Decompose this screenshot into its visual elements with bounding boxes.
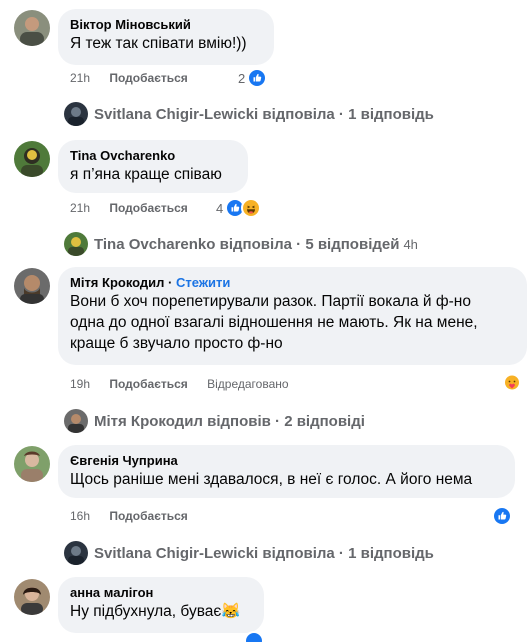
reactions[interactable] (244, 630, 264, 642)
comment-text-line: Вони б хоч порепетирували разок. Партії … (70, 293, 471, 310)
comment-author: Мітя Крокодил · Стежити (70, 275, 231, 290)
reaction-count: 4 (216, 200, 224, 216)
comment-text: Щось раніше мені здавалося, в неї є голо… (70, 471, 473, 488)
reactions[interactable]: 2 (238, 67, 268, 89)
view-replies-link[interactable]: Мітя Крокодил відповів · 2 відповіді (64, 408, 365, 434)
avatar (64, 409, 88, 433)
care-icon (502, 373, 522, 393)
comment-time[interactable]: 21h (70, 200, 90, 216)
avatar (64, 541, 88, 565)
like-button[interactable]: Подобається (109, 70, 187, 86)
comment-time[interactable]: 16h (70, 508, 90, 524)
avatar[interactable] (14, 10, 50, 46)
reactions[interactable] (502, 372, 522, 394)
comment-bubble: Мітя Крокодил · Стежити Вони б хоч пореп… (58, 267, 527, 365)
comment-bubble: Євгенія Чуприна Щось раніше мені здавало… (58, 445, 515, 498)
like-button[interactable]: Подобається (109, 200, 187, 216)
reaction-count: 2 (238, 70, 246, 86)
cat-tears-emoji: 😹 (221, 603, 241, 620)
reactions[interactable] (492, 505, 512, 527)
reply-text[interactable]: Svitlana Chigir-Lewicki відповіла · 1 ві… (94, 545, 434, 562)
reactions[interactable]: 4 (216, 197, 262, 219)
comment-time[interactable]: 19h (70, 376, 90, 392)
comment-text-line: краще б звучало просто ф-но (70, 335, 283, 352)
comment-author[interactable]: анна малігон (70, 585, 252, 601)
like-icon (247, 68, 268, 88)
avatar (64, 102, 88, 126)
comment-time[interactable]: 21h (70, 70, 90, 86)
view-replies-link[interactable]: Tina Ovcharenko відповіла · 5 відповідей… (64, 231, 418, 257)
view-replies-link[interactable]: Svitlana Chigir-Lewicki відповіла · 1 ві… (64, 101, 434, 127)
comment-meta: 21h Подобається (70, 200, 204, 216)
comment-text-line: одна до одної взагалі відношення не мают… (70, 314, 478, 331)
comment-author[interactable]: Віктор Міновський (70, 17, 262, 33)
comment-author-name[interactable]: Мітя Крокодил (70, 275, 164, 290)
comment-bubble: Віктор Міновський Я теж так співати вмію… (58, 9, 274, 65)
like-icon (244, 631, 264, 642)
comment-meta: 19h Подобається Відредаговано (70, 376, 289, 392)
comment-bubble: Tina Ovcharenko я п’яна краще співаю (58, 140, 248, 193)
comment-meta: 21h Подобається (70, 70, 204, 86)
reply-time: 4h (403, 236, 418, 252)
comment-text: Ну підбухнула, буває😹 (70, 601, 252, 622)
view-replies-link[interactable]: Svitlana Chigir-Lewicki відповіла · 1 ві… (64, 540, 434, 566)
like-button[interactable]: Подобається (109, 376, 187, 392)
like-button[interactable]: Подобається (109, 508, 187, 524)
avatar[interactable] (14, 141, 50, 177)
comment-text: я п’яна краще співаю (70, 166, 222, 183)
haha-icon (241, 198, 262, 218)
like-icon (492, 506, 512, 526)
comment-author[interactable]: Tina Ovcharenko (70, 148, 236, 164)
edited-label[interactable]: Відредаговано (207, 376, 288, 392)
comment-meta: 16h Подобається (70, 508, 204, 524)
comment-text-body: Ну підбухнула, буває (70, 603, 222, 620)
reply-text[interactable]: Мітя Крокодил відповів · 2 відповіді (94, 413, 365, 430)
follow-button[interactable]: Стежити (176, 275, 230, 290)
comment-text: Я теж так співати вмію!)) (70, 35, 247, 52)
avatar[interactable] (14, 579, 50, 615)
comment-bubble: анна малігон Ну підбухнула, буває😹 (58, 577, 264, 633)
avatar[interactable] (14, 268, 50, 304)
reply-text[interactable]: Svitlana Chigir-Lewicki відповіла · 1 ві… (94, 106, 434, 123)
reply-text[interactable]: Tina Ovcharenko відповіла · 5 відповідей (94, 236, 399, 253)
avatar[interactable] (14, 446, 50, 482)
avatar (64, 232, 88, 256)
comment-author[interactable]: Євгенія Чуприна (70, 453, 503, 469)
